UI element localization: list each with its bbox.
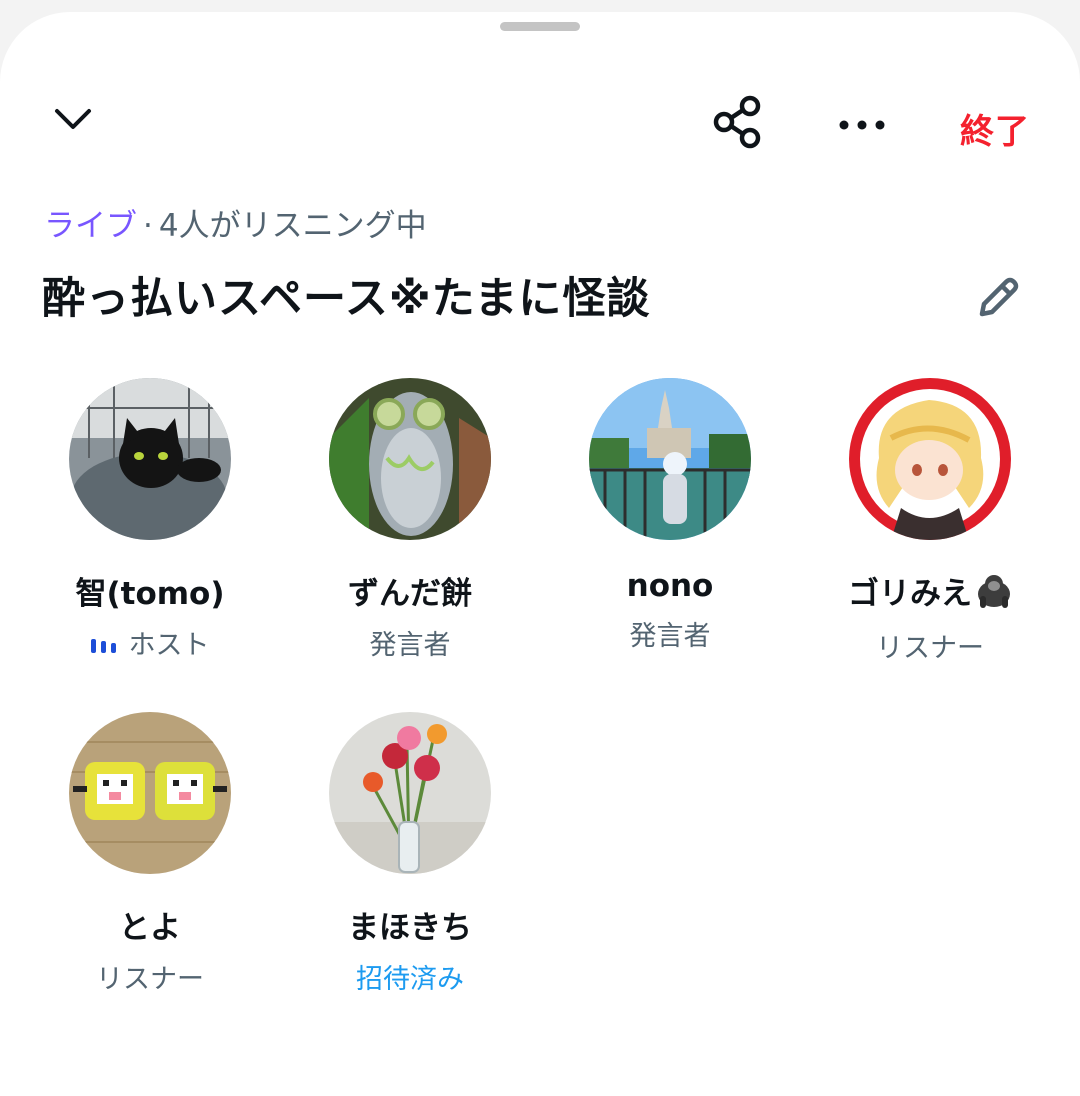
participant-role: ホスト bbox=[20, 623, 280, 662]
black-cat-avatar bbox=[69, 378, 231, 540]
share-icon[interactable] bbox=[708, 92, 768, 152]
participant-listener[interactable]: とよ リスナー bbox=[20, 712, 280, 996]
participant-name: まほきち bbox=[348, 910, 472, 946]
participant-host[interactable]: 智(tomo) ホスト bbox=[20, 378, 280, 662]
participant-name: とよ bbox=[119, 910, 181, 946]
participant-name: ゴリみえ bbox=[800, 568, 1060, 616]
bead-craft-avatar bbox=[69, 712, 231, 874]
participant-speaker[interactable]: nono 発言者 bbox=[540, 378, 800, 653]
role-label: ホスト bbox=[128, 630, 210, 661]
participant-speaker[interactable]: ずんだ餅 発言者 bbox=[280, 378, 540, 662]
end-space-button[interactable]: 終了 bbox=[960, 104, 1030, 153]
participant-role: 招待済み bbox=[356, 964, 464, 995]
drag-handle[interactable] bbox=[500, 22, 580, 31]
participant-listener[interactable]: ゴリみえ リスナー bbox=[800, 378, 1060, 665]
participant-invited[interactable]: まほきち 招待済み bbox=[280, 712, 540, 996]
gorilla-icon bbox=[976, 574, 1012, 616]
castle-avatar bbox=[589, 378, 751, 540]
participant-name: nono bbox=[626, 568, 714, 604]
participant-name: ずんだ餅 bbox=[348, 576, 472, 612]
participant-role: リスナー bbox=[96, 964, 204, 995]
fish-avatar bbox=[329, 378, 491, 540]
speaking-bars-icon bbox=[90, 631, 119, 662]
participant-role: リスナー bbox=[876, 633, 984, 664]
separator: · bbox=[143, 208, 153, 244]
participant-name: 智(tomo) bbox=[75, 576, 225, 612]
chevron-down-icon[interactable] bbox=[46, 92, 100, 146]
participant-role: 発言者 bbox=[629, 621, 711, 652]
pencil-icon[interactable] bbox=[966, 266, 1030, 330]
space-status: ライブ · 4人がリスニング中 bbox=[44, 200, 427, 245]
more-icon[interactable] bbox=[832, 98, 892, 152]
live-label: ライブ bbox=[44, 208, 137, 244]
flowers-avatar bbox=[329, 712, 491, 874]
participant-role: 発言者 bbox=[369, 630, 451, 661]
anime-character-avatar bbox=[849, 378, 1011, 540]
listener-count: 4人がリスニング中 bbox=[158, 208, 427, 244]
space-title: 酔っ払いスペース※たまに怪談 bbox=[42, 274, 651, 324]
